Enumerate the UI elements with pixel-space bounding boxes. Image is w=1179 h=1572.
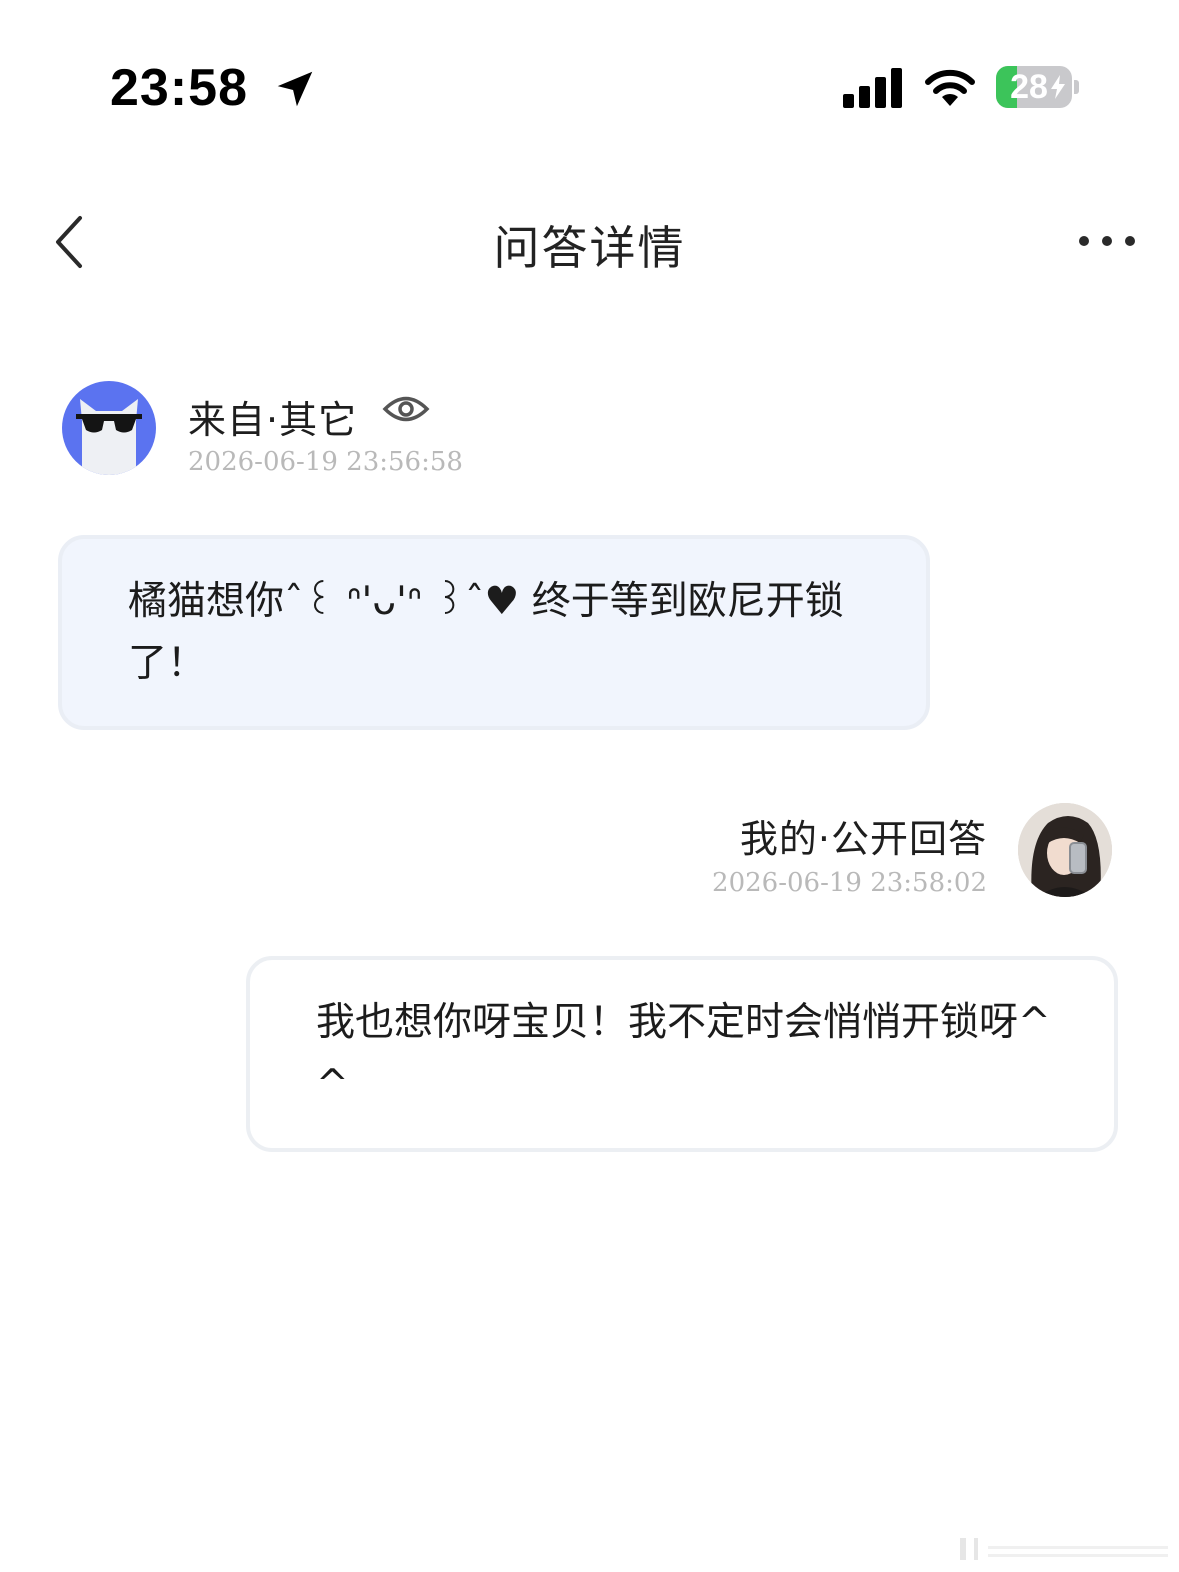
question-bubble: 橘猫想你ˆ꒰ ᐢ'ᴗ'ᐢ ꒱ˆ♥ 终于等到欧尼开锁了！ xyxy=(58,535,930,730)
charging-bolt-icon xyxy=(1051,75,1065,99)
answer-timestamp: 2026-06-19 23:58:02 xyxy=(712,868,987,898)
watermark-lines xyxy=(960,1538,1168,1560)
battery-cap xyxy=(1074,80,1079,94)
answer-text: 我也想你呀宝贝！我不定时会悄悄开锁呀^^ xyxy=(316,1000,1051,1107)
cellular-signal-icon xyxy=(843,68,902,108)
status-bar: 23:58 28 xyxy=(0,0,1179,150)
eye-icon[interactable] xyxy=(382,390,430,428)
question-source-label: 来自·其它 xyxy=(188,398,358,442)
status-time: 23:58 xyxy=(110,59,248,117)
user-photo-icon xyxy=(1018,803,1112,897)
page-title: 问答详情 xyxy=(493,221,686,275)
answer-bubble: 我也想你呀宝贝！我不定时会悄悄开锁呀^^ xyxy=(246,956,1118,1152)
question-text: 橘猫想你ˆ꒰ ᐢ'ᴗ'ᐢ ꒱ˆ♥ 终于等到欧尼开锁了！ xyxy=(128,579,844,686)
nav-bar: 问答详情 xyxy=(0,190,1179,300)
more-dots-icon[interactable] xyxy=(1074,220,1140,262)
location-arrow-icon xyxy=(277,71,313,107)
battery-indicator: 28 xyxy=(996,66,1072,108)
user-photo-avatar[interactable] xyxy=(1018,803,1112,897)
cat-avatar-icon xyxy=(76,399,142,475)
wifi-icon xyxy=(925,69,975,106)
question-timestamp: 2026-06-19 23:56:58 xyxy=(188,447,463,477)
cat-with-sunglasses-avatar[interactable] xyxy=(62,381,156,475)
qa-detail-screen: 23:58 28 问答详情 来自·其它 2026-06-19 23:56:58 … xyxy=(0,0,1179,1572)
answer-label: 我的·公开回答 xyxy=(739,817,987,861)
